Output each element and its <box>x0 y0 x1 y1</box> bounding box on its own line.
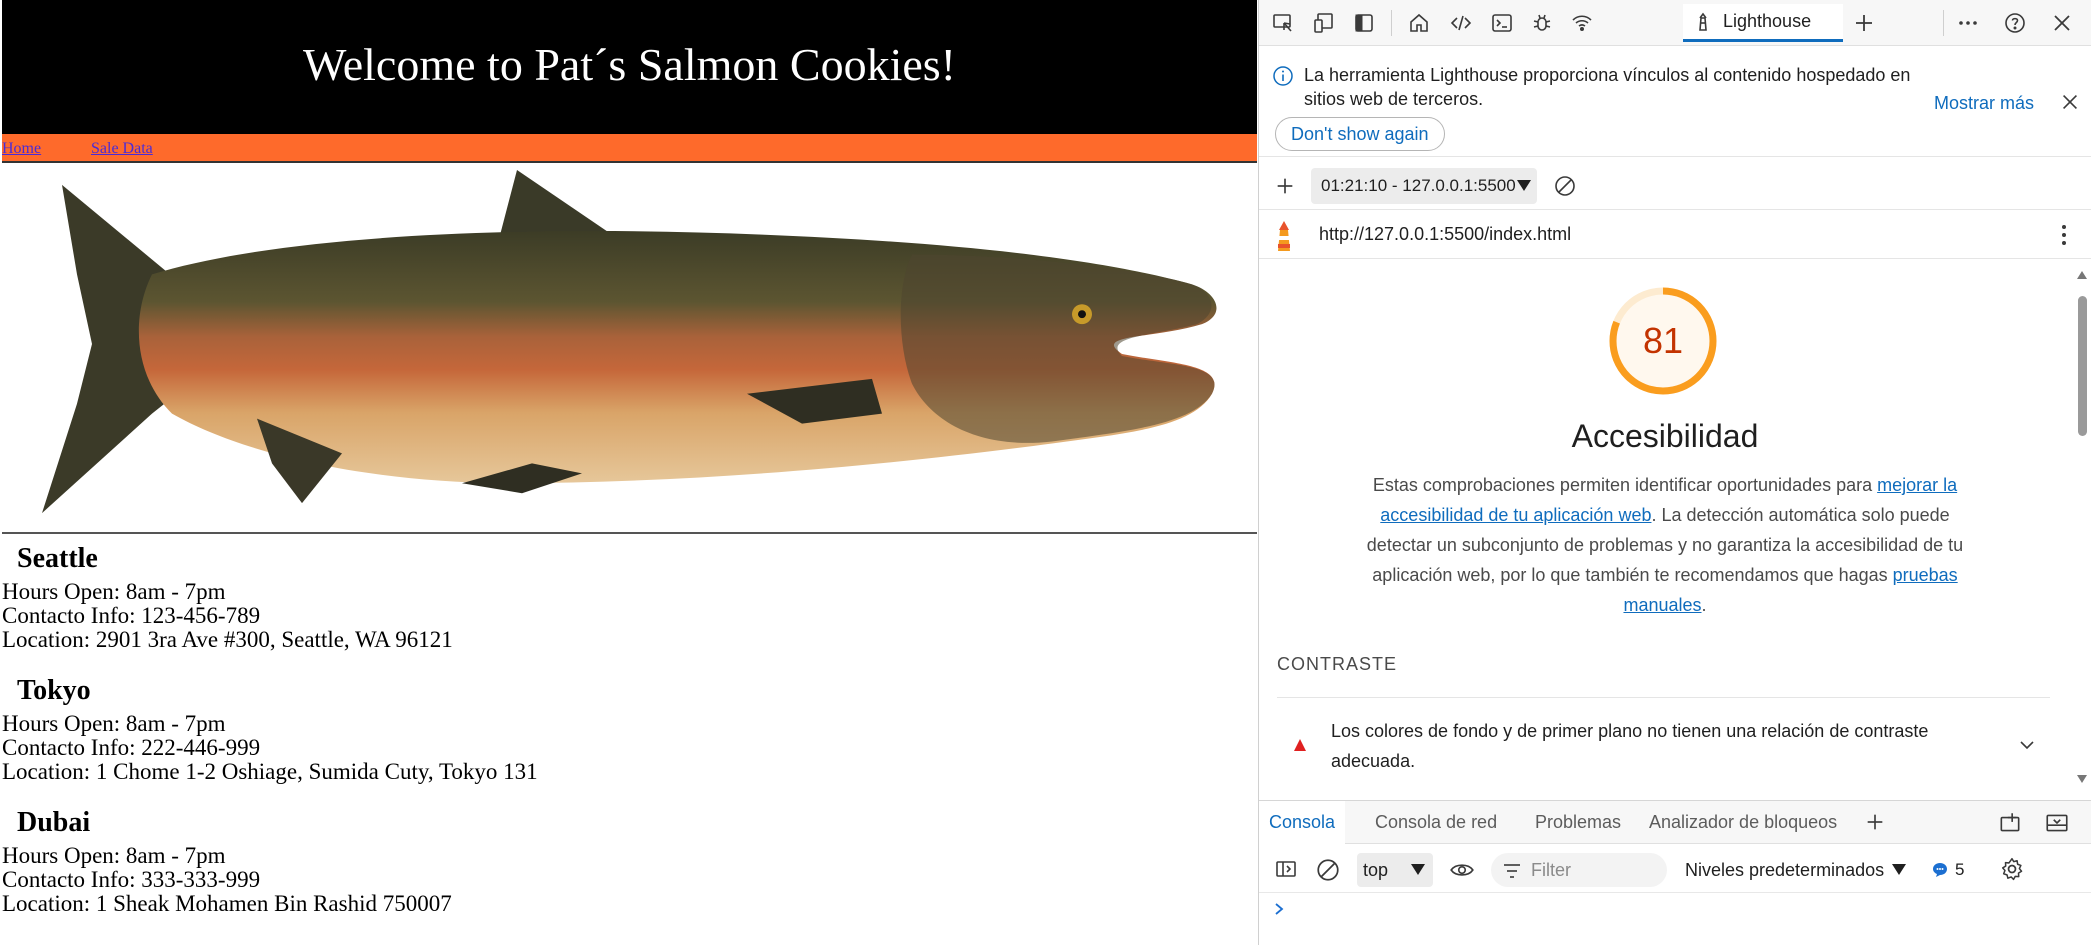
nav-link-home[interactable]: Home <box>2 140 41 158</box>
welcome-home-icon[interactable] <box>1404 8 1434 38</box>
store-hours: Hours Open: 8am - 7pm <box>2 843 226 868</box>
tab-consola[interactable]: Consola <box>1259 801 1345 844</box>
dock-icon[interactable] <box>1349 8 1379 38</box>
info-text: La herramienta Lighthouse proporciona ví… <box>1304 65 1911 109</box>
show-more-link[interactable]: Mostrar más <box>1934 93 2034 114</box>
new-report-icon[interactable] <box>1274 175 1296 197</box>
gear-icon[interactable] <box>1999 856 2025 882</box>
store-name: Tokyo <box>17 675 91 706</box>
network-wifi-icon[interactable] <box>1567 8 1597 38</box>
message-bubble-icon <box>1933 863 1947 877</box>
tab-lighthouse[interactable]: Lighthouse <box>1683 4 1843 42</box>
add-tab-icon[interactable] <box>1849 8 1879 38</box>
inspect-icon[interactable] <box>1268 8 1298 38</box>
site-nav: Home Sale Data <box>2 134 1257 163</box>
audit-title: Los colores de fondo y de primer plano n… <box>1331 721 1929 771</box>
description-text: Estas comprobaciones permiten identifica… <box>1372 475 1878 495</box>
nav-link-sale-data[interactable]: Sale Data <box>91 140 153 158</box>
store-location: Location: 2901 3ra Ave #300, Seattle, WA… <box>2 627 453 652</box>
clear-reports-icon[interactable] <box>1553 174 1577 198</box>
tab-lighthouse-label: Lighthouse <box>1723 11 1812 31</box>
section-divider <box>1277 697 2050 698</box>
filter-icon <box>1504 864 1520 878</box>
category-title: Accesibilidad <box>1571 418 1759 454</box>
tab-consola-de-red[interactable]: Consola de red <box>1365 801 1507 844</box>
report-bar: 01:21:10 - 127.0.0.1:5500 <box>1259 162 2091 210</box>
web-page: Welcome to Pat´s Salmon Cookies! Home Sa… <box>0 0 1258 945</box>
close-icon[interactable] <box>2047 8 2077 38</box>
store-location: Location: 1 Sheak Mohamen Bin Rashid 750… <box>2 891 452 916</box>
store-hours: Hours Open: 8am - 7pm <box>2 711 226 736</box>
lighthouse-logo-icon <box>1278 221 1290 251</box>
store-location: Location: 1 Chome 1-2 Oshiage, Sumida Cu… <box>2 759 538 784</box>
lighthouse-report: 81 Accesibilidad Estas comprobaciones pe… <box>1259 260 2071 800</box>
toolbar-divider <box>1391 10 1392 36</box>
report-select-value: 01:21:10 - 127.0.0.1:5500 <box>1321 176 1516 195</box>
store-contact: Contacto Info: 222-446-999 <box>2 735 261 760</box>
lighthouse-icon <box>1699 12 1707 31</box>
log-levels-select[interactable]: Niveles predeterminados <box>1685 853 1907 887</box>
console-prompt-chevron-icon <box>1275 903 1284 915</box>
store-seattle: Seattle Hours Open: 8am - 7pm Contacto I… <box>2 540 453 652</box>
devtools-toolbar: Lighthouse <box>1259 0 2091 46</box>
clear-console-icon[interactable] <box>1315 857 1341 883</box>
info-bar: La herramienta Lighthouse proporciona ví… <box>1259 47 2091 157</box>
tab-problemas[interactable]: Problemas <box>1525 801 1631 844</box>
scroll-up-icon[interactable] <box>2076 270 2088 280</box>
devtools-panel: Lighthouse La herramienta Lighthouse pro… <box>1258 0 2091 945</box>
dock-drawer-icon[interactable] <box>2044 810 2070 836</box>
scroll-down-icon[interactable] <box>2076 774 2088 784</box>
store-dubai: Dubai Hours Open: 8am - 7pm Contacto Inf… <box>2 804 452 916</box>
message-count-badge[interactable]: 5 <box>1931 853 1964 887</box>
sources-bug-icon[interactable] <box>1527 8 1557 38</box>
store-name: Seattle <box>17 543 98 574</box>
score-value: 81 <box>1642 320 1684 361</box>
category-description: Estas comprobaciones permiten identifica… <box>1349 470 1981 620</box>
audit-contrast-item[interactable]: Los colores de fondo y de primer plano n… <box>1277 710 2050 790</box>
console-prompt-input[interactable] <box>1295 894 2075 924</box>
device-emulation-icon[interactable] <box>1309 8 1339 38</box>
chevron-down-icon <box>1892 864 1907 875</box>
context-select-value: top <box>1363 859 1389 880</box>
elements-code-icon[interactable] <box>1446 8 1476 38</box>
description-text: . <box>1701 595 1707 615</box>
toolbar-divider <box>1943 10 1944 36</box>
site-title: Welcome to Pat´s Salmon Cookies! <box>303 39 956 90</box>
store-contact: Contacto Info: 123-456-789 <box>2 603 261 628</box>
chevron-down-icon <box>2020 741 2034 750</box>
info-icon <box>1273 66 1293 86</box>
console-icon[interactable] <box>1487 8 1517 38</box>
close-info-icon[interactable] <box>2059 91 2081 113</box>
log-levels-value: Niveles predeterminados <box>1685 859 1885 880</box>
tab-analizador-de-bloqueos[interactable]: Analizador de bloqueos <box>1639 801 1847 844</box>
quick-view-icon[interactable] <box>1997 810 2023 836</box>
live-expression-eye-icon[interactable] <box>1449 857 1475 883</box>
fail-triangle-icon <box>1294 739 1306 751</box>
site-header: Welcome to Pat´s Salmon Cookies! <box>2 0 1257 134</box>
console-toolbar: top Niveles predeterminados 5 <box>1259 845 2091 893</box>
context-select[interactable]: top <box>1357 853 1433 887</box>
chevron-down-icon <box>1517 180 1531 191</box>
store-name: Dubai <box>17 807 91 838</box>
drawer-tabs: Consola Consola de red Problemas Analiza… <box>1259 800 2091 844</box>
chevron-down-icon <box>1411 864 1425 875</box>
store-hours: Hours Open: 8am - 7pm <box>2 579 226 604</box>
salmon-image <box>2 165 1257 534</box>
add-drawer-tab-icon[interactable] <box>1864 811 1886 833</box>
report-scrollbar[interactable] <box>2071 268 2091 790</box>
section-heading-contrast: CONTRASTE <box>1277 654 1398 674</box>
report-url-bar: http://127.0.0.1:5500/index.html <box>1259 211 2091 259</box>
more-icon[interactable] <box>1953 8 1983 38</box>
help-icon[interactable] <box>2000 8 2030 38</box>
sidebar-toggle-icon[interactable] <box>1273 857 1299 881</box>
report-select[interactable]: 01:21:10 - 127.0.0.1:5500 <box>1311 168 1537 204</box>
message-count: 5 <box>1955 860 1965 879</box>
report-url: http://127.0.0.1:5500/index.html <box>1319 224 1572 244</box>
scroll-thumb[interactable] <box>2078 296 2087 436</box>
dont-show-again-button[interactable]: Don't show again <box>1275 117 1445 151</box>
report-menu-icon[interactable] <box>2059 223 2069 247</box>
store-contact: Contacto Info: 333-333-999 <box>2 867 261 892</box>
store-tokyo: Tokyo Hours Open: 8am - 7pm Contacto Inf… <box>2 672 538 784</box>
